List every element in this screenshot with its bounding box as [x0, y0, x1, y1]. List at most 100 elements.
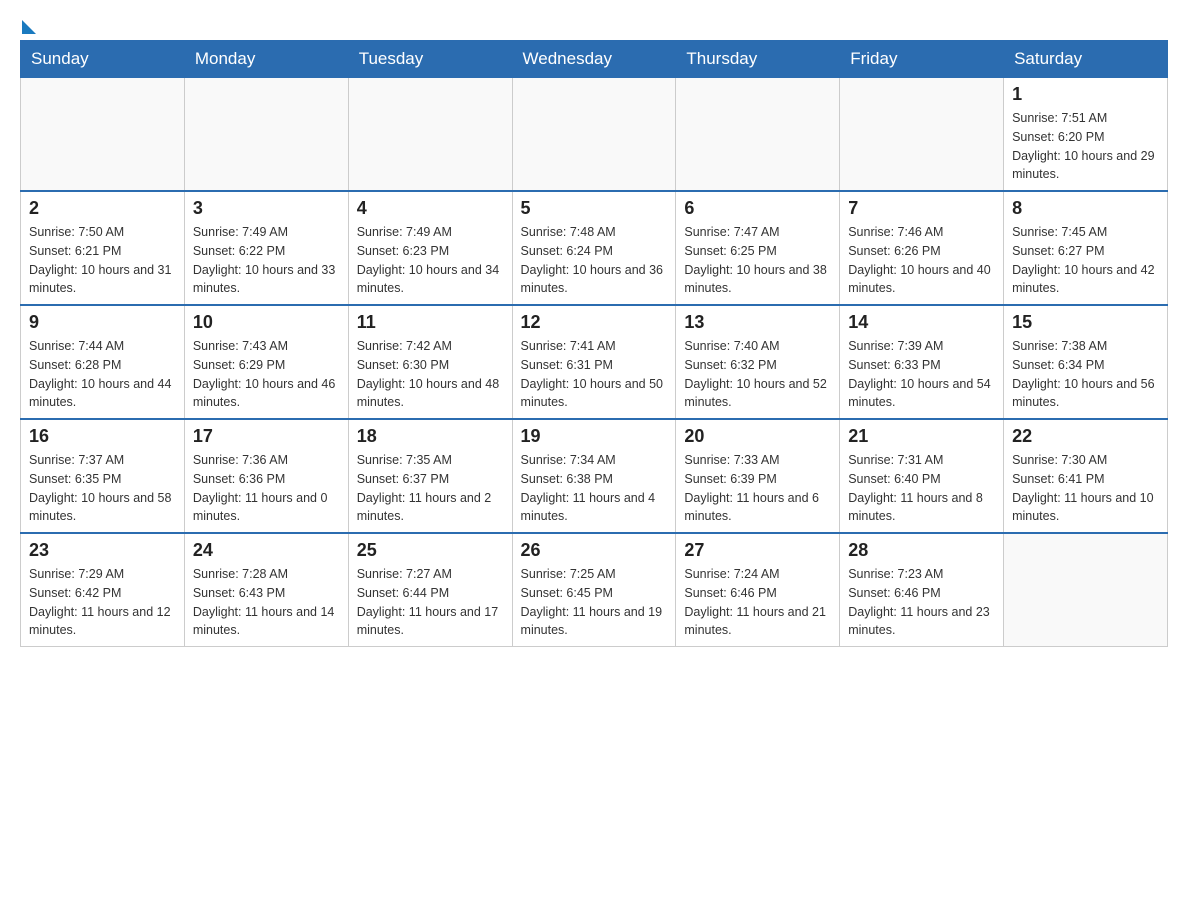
calendar-cell: 6 Sunrise: 7:47 AM Sunset: 6:25 PM Daylig… — [676, 191, 840, 305]
day-info: Sunrise: 7:49 AM Sunset: 6:22 PM Dayligh… — [193, 223, 340, 298]
day-number: 18 — [357, 426, 504, 447]
day-info: Sunrise: 7:45 AM Sunset: 6:27 PM Dayligh… — [1012, 223, 1159, 298]
calendar-cell: 28 Sunrise: 7:23 AM Sunset: 6:46 PM Dayli… — [840, 533, 1004, 647]
calendar-cell: 3 Sunrise: 7:49 AM Sunset: 6:22 PM Daylig… — [184, 191, 348, 305]
day-info: Sunrise: 7:33 AM Sunset: 6:39 PM Dayligh… — [684, 451, 831, 526]
day-number: 13 — [684, 312, 831, 333]
calendar-week-row: 1 Sunrise: 7:51 AM Sunset: 6:20 PM Daylig… — [21, 78, 1168, 192]
day-info: Sunrise: 7:44 AM Sunset: 6:28 PM Dayligh… — [29, 337, 176, 412]
day-number: 2 — [29, 198, 176, 219]
day-info: Sunrise: 7:48 AM Sunset: 6:24 PM Dayligh… — [521, 223, 668, 298]
day-info: Sunrise: 7:39 AM Sunset: 6:33 PM Dayligh… — [848, 337, 995, 412]
day-number: 15 — [1012, 312, 1159, 333]
calendar-cell: 20 Sunrise: 7:33 AM Sunset: 6:39 PM Dayli… — [676, 419, 840, 533]
logo-arrow-icon — [22, 20, 36, 34]
calendar-week-row: 23 Sunrise: 7:29 AM Sunset: 6:42 PM Dayli… — [21, 533, 1168, 647]
calendar-day-header: Wednesday — [512, 41, 676, 78]
day-number: 14 — [848, 312, 995, 333]
day-number: 23 — [29, 540, 176, 561]
calendar-cell: 9 Sunrise: 7:44 AM Sunset: 6:28 PM Daylig… — [21, 305, 185, 419]
day-info: Sunrise: 7:46 AM Sunset: 6:26 PM Dayligh… — [848, 223, 995, 298]
day-info: Sunrise: 7:23 AM Sunset: 6:46 PM Dayligh… — [848, 565, 995, 640]
day-number: 22 — [1012, 426, 1159, 447]
calendar-cell: 11Sunrise: 7:42 AM Sunset: 6:30 PM Dayli… — [348, 305, 512, 419]
calendar-cell: 16 Sunrise: 7:37 AM Sunset: 6:35 PM Dayli… — [21, 419, 185, 533]
calendar-cell: 8 Sunrise: 7:45 AM Sunset: 6:27 PM Daylig… — [1004, 191, 1168, 305]
day-number: 21 — [848, 426, 995, 447]
calendar-cell — [512, 78, 676, 192]
calendar-cell — [21, 78, 185, 192]
day-number: 4 — [357, 198, 504, 219]
calendar-day-header: Monday — [184, 41, 348, 78]
day-number: 16 — [29, 426, 176, 447]
day-number: 8 — [1012, 198, 1159, 219]
day-info: Sunrise: 7:42 AM Sunset: 6:30 PM Dayligh… — [357, 337, 504, 412]
day-number: 25 — [357, 540, 504, 561]
day-info: Sunrise: 7:34 AM Sunset: 6:38 PM Dayligh… — [521, 451, 668, 526]
calendar-table: SundayMondayTuesdayWednesdayThursdayFrid… — [20, 40, 1168, 647]
day-number: 9 — [29, 312, 176, 333]
calendar-week-row: 16 Sunrise: 7:37 AM Sunset: 6:35 PM Dayli… — [21, 419, 1168, 533]
day-number: 12 — [521, 312, 668, 333]
page-header — [20, 20, 1168, 30]
calendar-cell: 25 Sunrise: 7:27 AM Sunset: 6:44 PM Dayli… — [348, 533, 512, 647]
day-info: Sunrise: 7:41 AM Sunset: 6:31 PM Dayligh… — [521, 337, 668, 412]
calendar-cell: 10 Sunrise: 7:43 AM Sunset: 6:29 PM Dayli… — [184, 305, 348, 419]
day-info: Sunrise: 7:47 AM Sunset: 6:25 PM Dayligh… — [684, 223, 831, 298]
calendar-cell: 14 Sunrise: 7:39 AM Sunset: 6:33 PM Dayli… — [840, 305, 1004, 419]
day-number: 7 — [848, 198, 995, 219]
calendar-cell: 21 Sunrise: 7:31 AM Sunset: 6:40 PM Dayli… — [840, 419, 1004, 533]
day-number: 5 — [521, 198, 668, 219]
logo — [20, 20, 38, 30]
day-info: Sunrise: 7:38 AM Sunset: 6:34 PM Dayligh… — [1012, 337, 1159, 412]
day-number: 1 — [1012, 84, 1159, 105]
calendar-day-header: Sunday — [21, 41, 185, 78]
day-info: Sunrise: 7:37 AM Sunset: 6:35 PM Dayligh… — [29, 451, 176, 526]
calendar-cell: 7 Sunrise: 7:46 AM Sunset: 6:26 PM Daylig… — [840, 191, 1004, 305]
day-info: Sunrise: 7:35 AM Sunset: 6:37 PM Dayligh… — [357, 451, 504, 526]
calendar-day-header: Tuesday — [348, 41, 512, 78]
day-info: Sunrise: 7:29 AM Sunset: 6:42 PM Dayligh… — [29, 565, 176, 640]
calendar-cell: 17 Sunrise: 7:36 AM Sunset: 6:36 PM Dayli… — [184, 419, 348, 533]
day-number: 6 — [684, 198, 831, 219]
calendar-cell: 23 Sunrise: 7:29 AM Sunset: 6:42 PM Dayli… — [21, 533, 185, 647]
day-info: Sunrise: 7:31 AM Sunset: 6:40 PM Dayligh… — [848, 451, 995, 526]
day-number: 28 — [848, 540, 995, 561]
calendar-cell — [348, 78, 512, 192]
day-info: Sunrise: 7:24 AM Sunset: 6:46 PM Dayligh… — [684, 565, 831, 640]
day-number: 19 — [521, 426, 668, 447]
calendar-cell: 18 Sunrise: 7:35 AM Sunset: 6:37 PM Dayli… — [348, 419, 512, 533]
day-info: Sunrise: 7:50 AM Sunset: 6:21 PM Dayligh… — [29, 223, 176, 298]
day-info: Sunrise: 7:36 AM Sunset: 6:36 PM Dayligh… — [193, 451, 340, 526]
day-info: Sunrise: 7:43 AM Sunset: 6:29 PM Dayligh… — [193, 337, 340, 412]
day-number: 17 — [193, 426, 340, 447]
calendar-week-row: 9 Sunrise: 7:44 AM Sunset: 6:28 PM Daylig… — [21, 305, 1168, 419]
calendar-cell: 13 Sunrise: 7:40 AM Sunset: 6:32 PM Dayli… — [676, 305, 840, 419]
day-info: Sunrise: 7:40 AM Sunset: 6:32 PM Dayligh… — [684, 337, 831, 412]
calendar-cell: 27 Sunrise: 7:24 AM Sunset: 6:46 PM Dayli… — [676, 533, 840, 647]
day-info: Sunrise: 7:27 AM Sunset: 6:44 PM Dayligh… — [357, 565, 504, 640]
day-number: 3 — [193, 198, 340, 219]
calendar-cell: 19 Sunrise: 7:34 AM Sunset: 6:38 PM Dayli… — [512, 419, 676, 533]
calendar-day-header: Thursday — [676, 41, 840, 78]
day-number: 20 — [684, 426, 831, 447]
day-info: Sunrise: 7:28 AM Sunset: 6:43 PM Dayligh… — [193, 565, 340, 640]
day-number: 10 — [193, 312, 340, 333]
calendar-cell — [840, 78, 1004, 192]
calendar-cell: 12 Sunrise: 7:41 AM Sunset: 6:31 PM Dayli… — [512, 305, 676, 419]
calendar-cell: 2 Sunrise: 7:50 AM Sunset: 6:21 PM Daylig… — [21, 191, 185, 305]
day-info: Sunrise: 7:25 AM Sunset: 6:45 PM Dayligh… — [521, 565, 668, 640]
calendar-cell: 24 Sunrise: 7:28 AM Sunset: 6:43 PM Dayli… — [184, 533, 348, 647]
calendar-cell: 1 Sunrise: 7:51 AM Sunset: 6:20 PM Daylig… — [1004, 78, 1168, 192]
calendar-cell: 4Sunrise: 7:49 AM Sunset: 6:23 PM Daylig… — [348, 191, 512, 305]
day-number: 24 — [193, 540, 340, 561]
day-info: Sunrise: 7:51 AM Sunset: 6:20 PM Dayligh… — [1012, 109, 1159, 184]
calendar-day-header: Friday — [840, 41, 1004, 78]
calendar-cell: 5 Sunrise: 7:48 AM Sunset: 6:24 PM Daylig… — [512, 191, 676, 305]
calendar-day-header: Saturday — [1004, 41, 1168, 78]
calendar-cell: 26Sunrise: 7:25 AM Sunset: 6:45 PM Dayli… — [512, 533, 676, 647]
day-number: 27 — [684, 540, 831, 561]
calendar-cell — [676, 78, 840, 192]
calendar-week-row: 2 Sunrise: 7:50 AM Sunset: 6:21 PM Daylig… — [21, 191, 1168, 305]
calendar-cell: 22Sunrise: 7:30 AM Sunset: 6:41 PM Dayli… — [1004, 419, 1168, 533]
